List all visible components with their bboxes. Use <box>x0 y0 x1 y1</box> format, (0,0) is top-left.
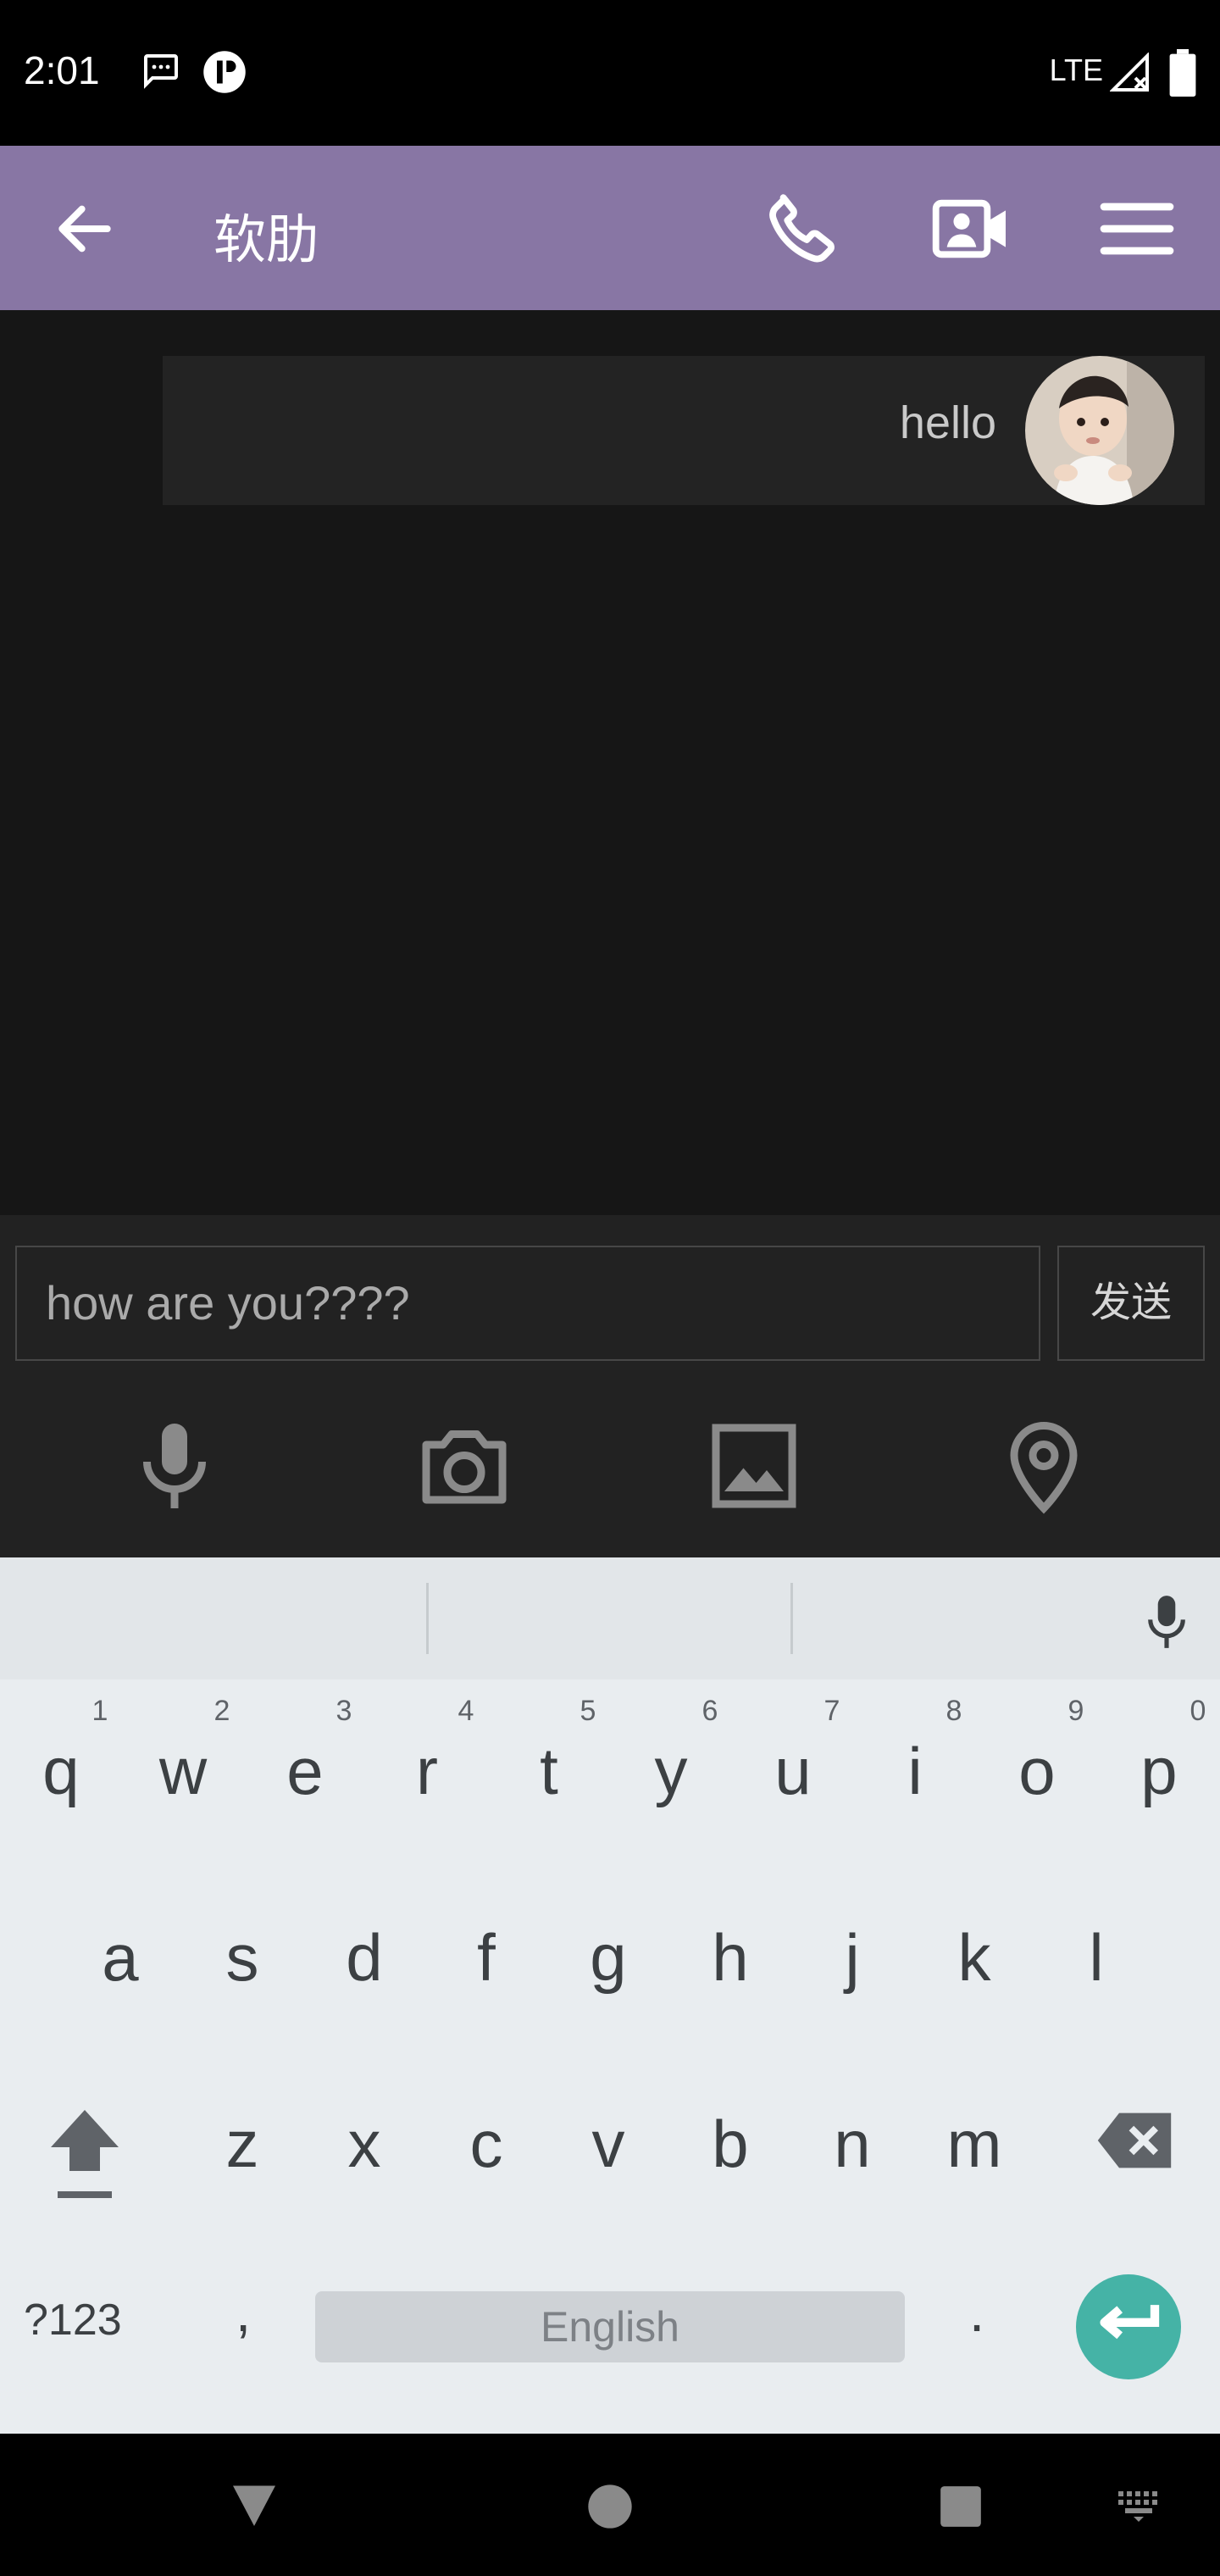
key-h[interactable]: h <box>679 1907 781 2008</box>
phone-call-icon[interactable] <box>759 185 847 273</box>
message-text: hello <box>899 397 996 448</box>
key-s[interactable]: s <box>191 1907 293 2008</box>
battery-icon <box>1169 49 1196 97</box>
navigation-bar <box>0 2434 1220 2576</box>
symbols-key[interactable]: ?123 <box>24 2295 159 2346</box>
key-p[interactable]: p <box>1108 1720 1210 1822</box>
video-call-icon[interactable] <box>929 185 1017 273</box>
space-bar[interactable]: English <box>315 2291 905 2362</box>
period-key[interactable]: . <box>947 2279 1006 2344</box>
composer: how are you???? 发送 <box>0 1215 1220 1557</box>
key-j[interactable]: j <box>801 1907 903 2008</box>
key-z[interactable]: z <box>191 2093 293 2195</box>
app-notification-icon <box>203 51 246 93</box>
soft-keyboard: 1 q 2 w 3 e 4 r 5 t 6 y 7 u 8 i 9 o 0 p … <box>0 1557 1220 2434</box>
suggestion-divider <box>426 1583 429 1654</box>
status-time: 2:01 <box>24 48 100 92</box>
home-circle-icon[interactable] <box>586 2483 634 2530</box>
key-g[interactable]: g <box>557 1907 659 2008</box>
key-e[interactable]: e <box>254 1720 356 1822</box>
network-type: LTE <box>1049 53 1103 87</box>
shift-icon[interactable] <box>44 2103 125 2205</box>
key-o[interactable]: o <box>986 1720 1088 1822</box>
camera-icon[interactable] <box>413 1415 515 1517</box>
key-u[interactable]: u <box>742 1720 844 1822</box>
key-a[interactable]: a <box>69 1907 171 2008</box>
app-bar: 软肋 <box>0 146 1220 310</box>
avatar[interactable] <box>1025 356 1174 505</box>
back-arrow-icon[interactable] <box>51 195 119 263</box>
key-v[interactable]: v <box>557 2093 659 2195</box>
key-x[interactable]: x <box>313 2093 415 2195</box>
chat-screen: 2:01 LTE 软肋 hello how are you???? 发送 1 q… <box>0 0 1220 2576</box>
conversation-title: 软肋 <box>214 211 319 269</box>
signal-icon <box>1110 53 1149 92</box>
key-d[interactable]: d <box>313 1907 415 2008</box>
avatar-photo <box>1025 356 1174 505</box>
location-pin-icon[interactable] <box>993 1415 1095 1517</box>
message-input[interactable]: how are you???? <box>15 1246 1040 1361</box>
suggestion-divider <box>790 1583 793 1654</box>
key-k[interactable]: k <box>923 1907 1025 2008</box>
suggestion-strip[interactable] <box>0 1557 1220 1679</box>
key-l[interactable]: l <box>1045 1907 1147 2008</box>
key-b[interactable]: b <box>679 2093 781 2195</box>
message-list[interactable]: hello <box>0 310 1220 1215</box>
status-bar: 2:01 LTE <box>0 0 1220 146</box>
outgoing-message[interactable]: hello <box>163 356 1205 505</box>
key-r[interactable]: r <box>376 1720 478 1822</box>
key-m[interactable]: m <box>923 2093 1025 2195</box>
message-notification-icon <box>144 54 178 89</box>
microphone-icon[interactable] <box>124 1415 225 1517</box>
key-w[interactable]: w <box>132 1720 234 1822</box>
key-q[interactable]: q <box>10 1720 112 1822</box>
backspace-icon[interactable] <box>1095 2110 1174 2171</box>
keyboard-switch-icon[interactable] <box>1117 2490 1162 2523</box>
key-n[interactable]: n <box>801 2093 903 2195</box>
key-i[interactable]: i <box>864 1720 966 1822</box>
comma-key[interactable]: , <box>214 2279 273 2344</box>
enter-icon <box>1100 2305 1160 2340</box>
menu-icon[interactable] <box>1093 185 1181 273</box>
voice-input-icon[interactable] <box>1140 1591 1193 1652</box>
recents-square-icon[interactable] <box>939 2484 983 2529</box>
key-c[interactable]: c <box>435 2093 537 2195</box>
back-triangle-icon[interactable] <box>227 2479 281 2530</box>
enter-key[interactable] <box>1076 2274 1181 2379</box>
key-f[interactable]: f <box>435 1907 537 2008</box>
image-icon[interactable] <box>703 1415 805 1517</box>
key-y[interactable]: y <box>620 1720 722 1822</box>
key-t[interactable]: t <box>498 1720 600 1822</box>
send-button[interactable]: 发送 <box>1057 1246 1205 1361</box>
